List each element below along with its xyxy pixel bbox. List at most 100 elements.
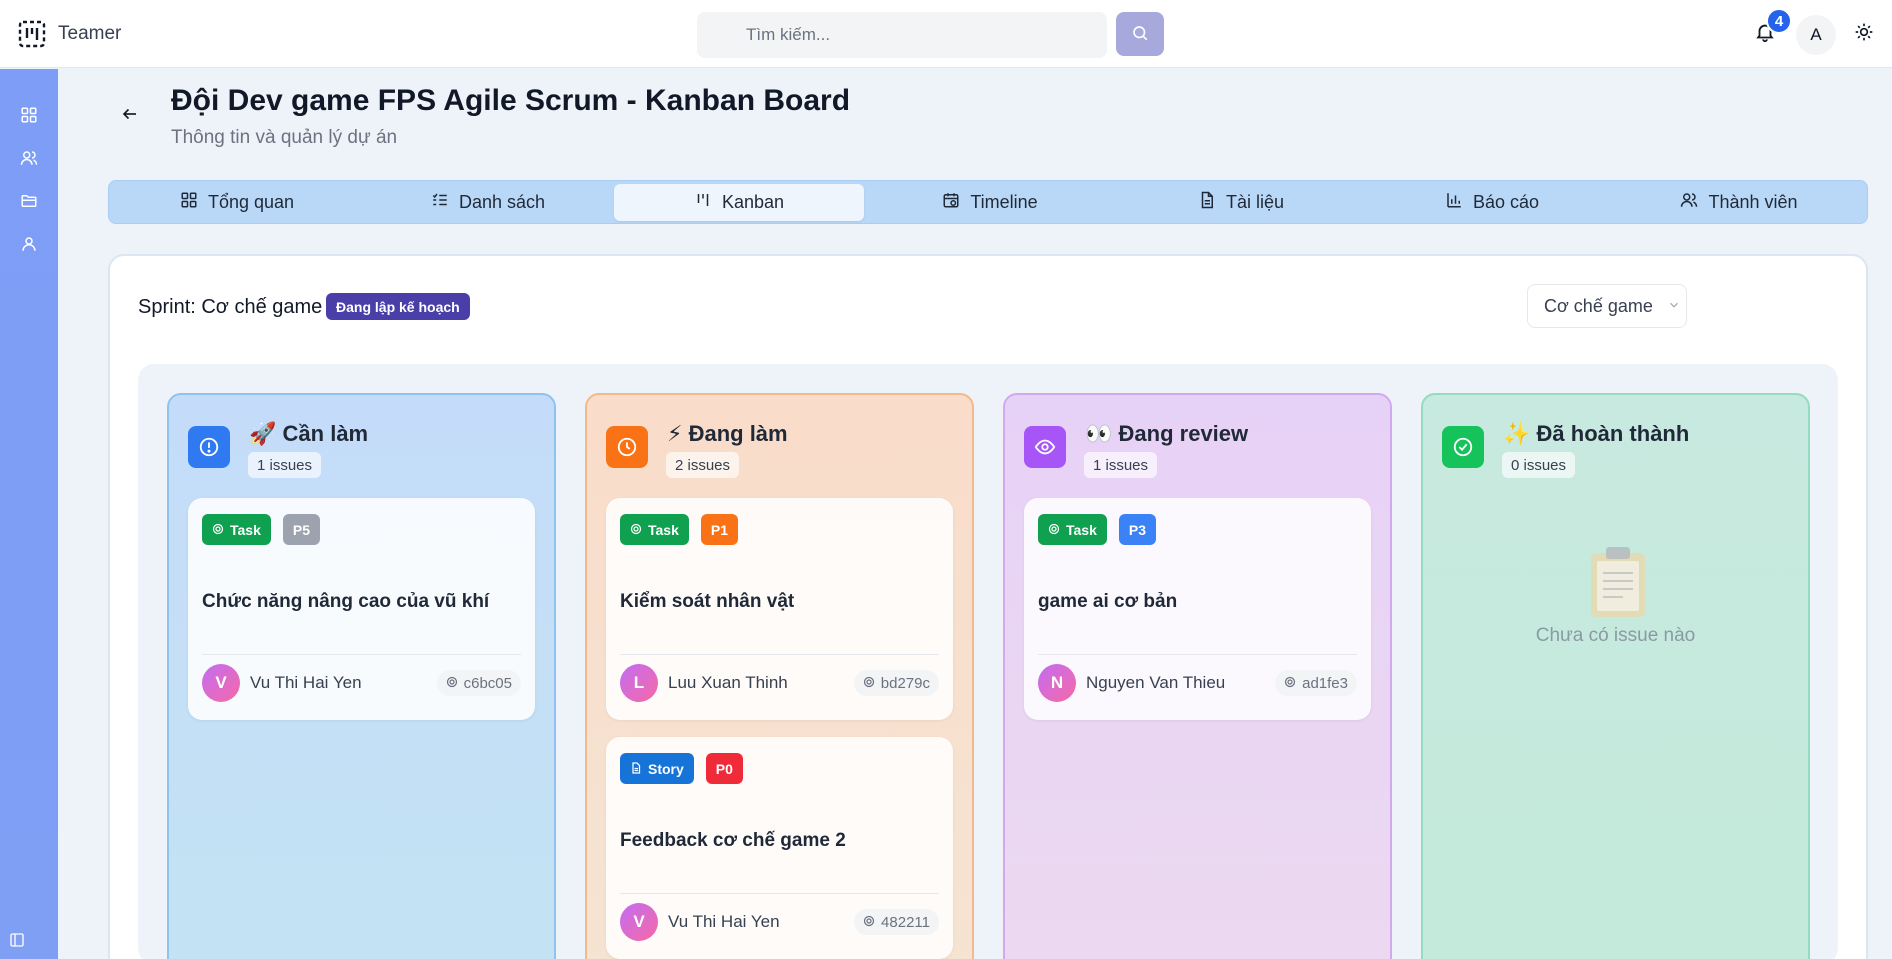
brand[interactable]: Teamer	[18, 18, 121, 50]
column-issue-count: 2 issues	[666, 452, 740, 478]
user-avatar[interactable]: A	[1796, 15, 1836, 55]
list-icon	[431, 191, 449, 214]
target-icon	[630, 522, 642, 538]
document-icon	[630, 761, 642, 777]
sparkles-icon: ✨	[1503, 421, 1531, 446]
target-icon	[446, 675, 458, 692]
column-title: ⚡ Đang làm	[667, 421, 788, 447]
search-box	[697, 12, 1107, 58]
divider	[202, 654, 521, 655]
issue-card[interactable]: Task P1 Kiểm soát nhân vật L Luu Xuan Th…	[606, 498, 953, 720]
tab-list[interactable]: Danh sách	[363, 184, 613, 221]
check-circle-icon	[1442, 426, 1484, 468]
sprint-select-value: Cơ chế game	[1544, 295, 1653, 316]
assignee-avatar: N	[1038, 664, 1076, 702]
assignee-name: Vu Thi Hai Yen	[668, 912, 780, 931]
document-icon	[1198, 191, 1216, 214]
page-subtitle: Thông tin và quản lý dự án	[171, 127, 398, 148]
calendar-clock-icon	[942, 191, 960, 214]
kanban-icon	[694, 191, 712, 214]
arrow-left-icon	[121, 105, 139, 128]
column-issue-count: 1 issues	[1084, 452, 1158, 478]
assignee-name: Vu Thi Hai Yen	[250, 673, 362, 692]
notification-count-badge: 4	[1766, 8, 1792, 34]
tab-members[interactable]: Thành viên	[1614, 184, 1864, 221]
app-name: Teamer	[58, 23, 122, 44]
column-title: ✨ Đã hoàn thành	[1503, 421, 1689, 447]
theme-toggle-button[interactable]	[1852, 22, 1876, 46]
target-icon	[212, 522, 224, 538]
issue-type-badge: Task	[202, 514, 271, 545]
search-input[interactable]	[697, 12, 1107, 58]
clock-icon	[606, 426, 648, 468]
alert-circle-icon	[188, 426, 230, 468]
sprint-select[interactable]: Cơ chế game	[1527, 284, 1687, 328]
eye-icon	[1024, 426, 1066, 468]
members-icon	[1680, 191, 1698, 214]
tab-reports[interactable]: Báo cáo	[1367, 184, 1617, 221]
user-icon	[20, 235, 38, 258]
target-icon	[1284, 675, 1296, 692]
empty-state-text: Chưa có issue nào	[1535, 625, 1696, 646]
sidebar-collapse-button[interactable]	[8, 932, 26, 953]
column-title-text: Cần làm	[282, 421, 369, 446]
top-bar: Teamer 4 A	[0, 0, 1892, 68]
chevron-down-icon	[1667, 296, 1681, 317]
divider	[620, 893, 939, 894]
grid-icon	[180, 191, 198, 214]
folder-icon	[20, 192, 38, 215]
tab-timeline[interactable]: Timeline	[865, 184, 1115, 221]
issue-id-badge: c6bc05	[436, 670, 521, 696]
search-icon	[1131, 24, 1149, 45]
tab-label: Tài liệu	[1225, 192, 1285, 212]
sidebar-item-profile[interactable]	[17, 234, 41, 258]
search-button[interactable]	[1116, 12, 1164, 56]
assignee-avatar: V	[620, 903, 658, 941]
sidebar-item-projects[interactable]	[17, 191, 41, 215]
lightning-icon: ⚡	[667, 421, 683, 446]
tab-kanban[interactable]: Kanban	[614, 184, 864, 221]
issue-card[interactable]: Task P5 Chức năng nâng cao của vũ khí V …	[188, 498, 535, 720]
column-todo: 🚀 Cần làm 1 issues Task P5 Chức năng nân…	[167, 393, 556, 959]
column-title: 🚀 Cần làm	[249, 421, 368, 447]
priority-badge: P5	[282, 514, 320, 545]
page-title: Đội Dev game FPS Agile Scrum - Kanban Bo…	[171, 84, 851, 117]
target-icon	[1048, 522, 1060, 538]
issue-title: Chức năng nâng cao của vũ khí	[202, 591, 490, 612]
assignee-avatar: L	[620, 664, 658, 702]
issue-title: Kiểm soát nhân vật	[620, 591, 795, 612]
column-title-text: Đang làm	[688, 421, 788, 446]
sidebar-panel-icon	[9, 932, 25, 953]
tab-label: Thành viên	[1708, 192, 1798, 212]
tab-label: Tổng quan	[207, 192, 295, 212]
column-issue-count: 0 issues	[1502, 452, 1576, 478]
assignee-avatar: V	[202, 664, 240, 702]
divider	[1038, 654, 1357, 655]
target-icon	[863, 914, 875, 931]
tab-documents[interactable]: Tài liệu	[1116, 184, 1366, 221]
issue-card[interactable]: Story P0 Feedback cơ chế game 2 V Vu Thi…	[606, 737, 953, 959]
issue-title: game ai cơ bản	[1038, 591, 1178, 612]
issue-id-badge: bd279c	[853, 670, 939, 696]
issue-title: Feedback cơ chế game 2	[620, 830, 846, 851]
column-title: 👀 Đang review	[1085, 421, 1248, 447]
project-tabs: Tổng quan Danh sách Kanban Timeline Tài …	[108, 180, 1868, 224]
kanban-logo-icon	[18, 20, 46, 48]
issue-card[interactable]: Task P3 game ai cơ bản N Nguyen Van Thie…	[1024, 498, 1371, 720]
bar-chart-icon	[1445, 191, 1463, 214]
users-icon	[20, 149, 38, 172]
sidebar-item-dashboard[interactable]	[17, 105, 41, 129]
sidebar	[0, 69, 58, 959]
tab-overview[interactable]: Tổng quan	[112, 184, 362, 221]
sidebar-item-teams[interactable]	[17, 148, 41, 172]
back-button[interactable]	[118, 104, 142, 128]
priority-badge: P3	[1118, 514, 1156, 545]
tab-label: Kanban	[721, 192, 785, 212]
sprint-status-badge: Đang lập kế hoạch	[326, 293, 470, 320]
eyes-icon: 👀	[1085, 421, 1113, 446]
rocket-icon: 🚀	[249, 421, 277, 446]
tab-label: Báo cáo	[1472, 192, 1540, 212]
issue-id-badge: 482211	[854, 909, 939, 935]
dashboard-icon	[20, 106, 38, 129]
issue-type-badge: Task	[620, 514, 689, 545]
